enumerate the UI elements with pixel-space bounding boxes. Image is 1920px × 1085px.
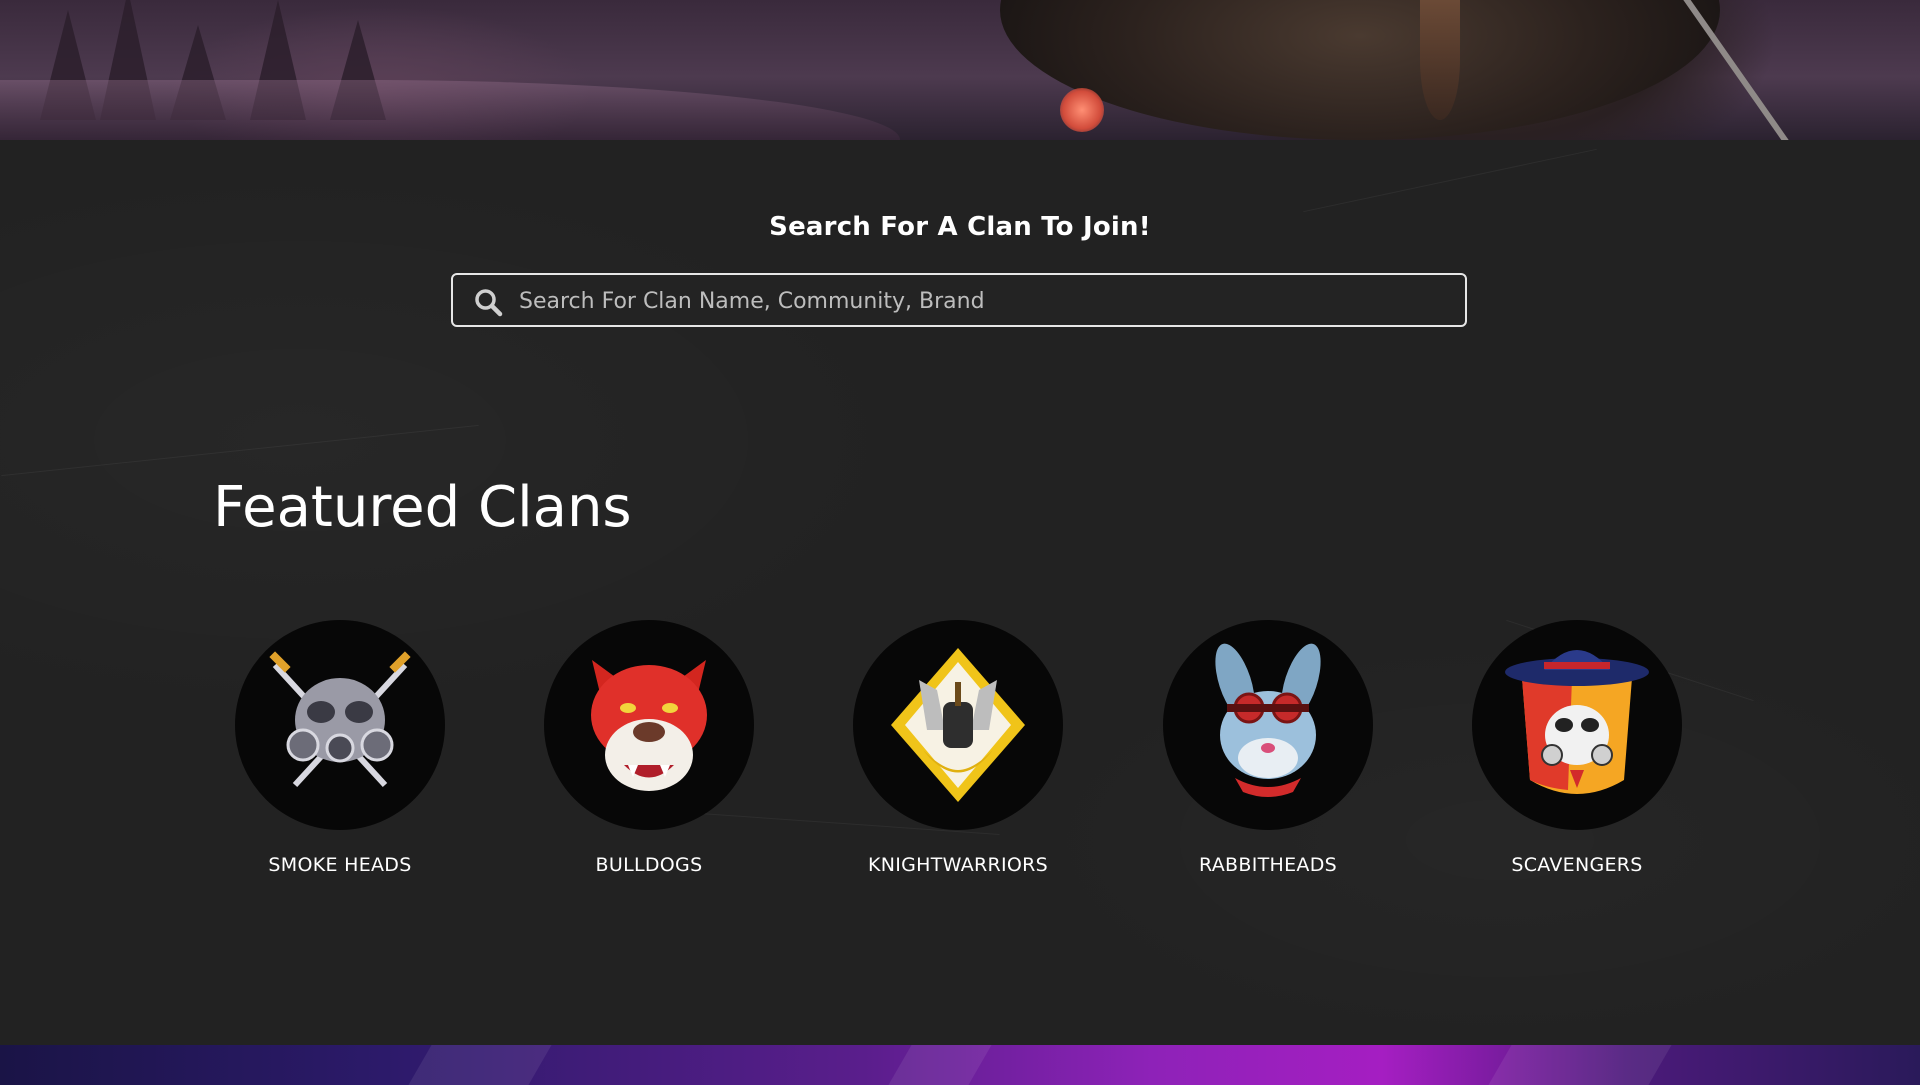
clan-name[interactable]: SMOKE HEADS (220, 854, 460, 876)
texture-scratch (1303, 148, 1597, 213)
rabbit-goggles-logo-icon[interactable] (1163, 620, 1373, 830)
snow-ridge-decoration (0, 80, 900, 140)
texture-scratch (1, 424, 479, 477)
creature-artwork (1000, 0, 1720, 140)
clan-card-knightwarriors[interactable]: KNIGHTWARRIORS (838, 620, 1078, 876)
featured-clans-title: Featured Clans (213, 475, 632, 540)
search-box[interactable] (451, 273, 1467, 327)
spear-artwork (1683, 0, 1803, 140)
banner-light-band (408, 1045, 552, 1085)
clan-name[interactable]: BULLDOGS (529, 854, 769, 876)
clan-card-smoke-heads[interactable]: SMOKE HEADS (220, 620, 460, 876)
banner-light-band (1488, 1045, 1672, 1085)
hero-banner-top (0, 0, 1920, 140)
banner-light-band (888, 1045, 992, 1085)
search-heading: Search For A Clan To Join! (769, 212, 1151, 242)
ember-glow (1060, 88, 1104, 132)
clan-card-scavengers[interactable]: SCAVENGERS (1457, 620, 1697, 876)
winged-knight-helmet-logo-icon[interactable] (853, 620, 1063, 830)
creature-beak-artwork (1420, 0, 1460, 120)
clan-name[interactable]: SCAVENGERS (1457, 854, 1697, 876)
hero-banner-bottom (0, 1045, 1920, 1085)
clan-name[interactable]: KNIGHTWARRIORS (838, 854, 1078, 876)
search-input[interactable] (517, 275, 1451, 327)
search-icon (475, 289, 503, 317)
clan-card-rabbitheads[interactable]: RABBITHEADS (1148, 620, 1388, 876)
clan-name[interactable]: RABBITHEADS (1148, 854, 1388, 876)
clan-card-bulldogs[interactable]: BULLDOGS (529, 620, 769, 876)
red-bulldog-logo-icon[interactable] (544, 620, 754, 830)
cowboy-gas-mask-logo-icon[interactable] (1472, 620, 1682, 830)
gas-mask-daggers-logo-icon[interactable] (235, 620, 445, 830)
